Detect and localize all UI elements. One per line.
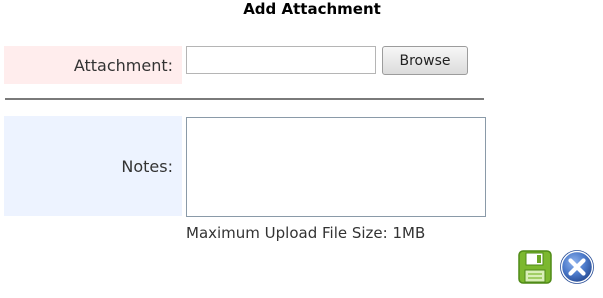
attachment-label: Attachment: bbox=[73, 55, 173, 75]
attachment-file-field[interactable] bbox=[186, 46, 376, 74]
save-button[interactable] bbox=[518, 250, 552, 284]
dialog-title: Add Attachment bbox=[243, 0, 381, 18]
browse-button[interactable]: Browse bbox=[382, 46, 468, 75]
notes-textarea[interactable] bbox=[186, 117, 486, 217]
cancel-button[interactable] bbox=[560, 250, 594, 284]
notes-label-cell: Notes: bbox=[4, 116, 182, 216]
section-divider bbox=[5, 98, 484, 100]
max-upload-size-text: Maximum Upload File Size: 1MB bbox=[186, 224, 426, 242]
attachment-label-cell: Attachment: bbox=[4, 46, 182, 84]
notes-label: Notes: bbox=[121, 156, 173, 176]
save-disk-icon bbox=[518, 250, 552, 284]
cancel-x-icon bbox=[560, 250, 594, 284]
